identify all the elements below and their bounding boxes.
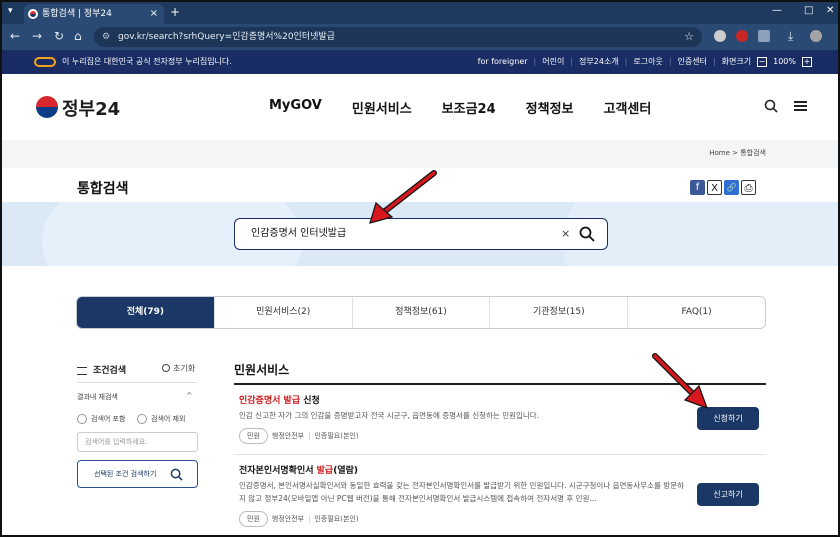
radio-exclude[interactable]: 검색어 제외 bbox=[137, 414, 185, 424]
nav-mygov[interactable]: MyGOV bbox=[269, 98, 322, 117]
minimize-button[interactable]: — bbox=[772, 5, 782, 16]
facebook-share-icon[interactable]: f bbox=[690, 180, 705, 195]
tab-close-icon[interactable]: × bbox=[150, 4, 158, 24]
annotation-arrow-icon bbox=[652, 353, 709, 410]
zoom-value: 100% bbox=[773, 57, 796, 66]
utility-links: for foreigner | 어린이 | 정부24소개 | 로그아웃 | 인증… bbox=[478, 50, 812, 74]
nav-subsidy24[interactable]: 보조금24 bbox=[442, 98, 496, 117]
result-title[interactable]: 전자본인서명확인서 발급(열람) bbox=[239, 463, 358, 476]
search-icon[interactable] bbox=[764, 99, 778, 113]
site-logo-text[interactable]: 정부24 bbox=[62, 95, 120, 121]
link-about[interactable]: 정부24소개 bbox=[579, 50, 619, 74]
reload-icon[interactable]: ↻ bbox=[54, 29, 64, 43]
list-item: 전자본인서명확인서 발급(열람) 인감증명서, 본인서명사실확인서와 동일한 효… bbox=[234, 463, 766, 533]
main-navigation: MyGOV 민원서비스 보조금24 정책정보 고객센터 bbox=[269, 98, 651, 117]
breadcrumb-current: 통합검색 bbox=[740, 149, 766, 157]
official-notice: 이 누리집은 대한민국 공식 전자정부 누리집입니다. bbox=[62, 57, 232, 66]
agency-label: 행정안전부 bbox=[271, 432, 305, 440]
bookmark-star-icon[interactable]: ☆ bbox=[684, 27, 694, 47]
result-description: 인감증명서, 본인서명사실확인서와 동일한 효력을 갖는 전자본인서명확인서를 … bbox=[239, 481, 684, 503]
link-cert-center[interactable]: 인증센터 bbox=[678, 50, 707, 74]
tab-agency-info[interactable]: 기관정보(15) bbox=[490, 297, 629, 328]
hamburger-menu-icon[interactable] bbox=[794, 101, 807, 111]
radio-circle bbox=[137, 414, 147, 424]
copy-link-icon[interactable]: 🔗 bbox=[724, 180, 739, 195]
extension-icon[interactable] bbox=[736, 30, 748, 42]
result-tags: 민원 행정안전부 | 인증필요(본인) bbox=[239, 511, 359, 527]
download-icon[interactable]: ⤓ bbox=[788, 29, 793, 44]
favicon-icon bbox=[28, 9, 38, 19]
auth-label: 인증필요(본인) bbox=[314, 432, 359, 440]
back-icon[interactable]: ← bbox=[10, 29, 20, 43]
link-children[interactable]: 어린이 bbox=[542, 50, 564, 74]
breadcrumb-home[interactable]: Home bbox=[709, 149, 730, 157]
site-info-icon[interactable]: ⚙ bbox=[102, 27, 110, 47]
tab-civil-services[interactable]: 민원서비스(2) bbox=[215, 297, 353, 328]
filter-title: 조건검색 bbox=[77, 363, 126, 376]
extensions-puzzle-icon[interactable] bbox=[758, 30, 770, 42]
filter-reset-button[interactable]: 초기화 bbox=[162, 363, 195, 374]
filter-sliders-icon bbox=[77, 366, 87, 375]
category-badge: 민원 bbox=[239, 511, 268, 527]
browser-tab-strip: ▾ 통합검색 | 정부24 × + — □ ✕ bbox=[2, 2, 838, 24]
auth-label: 인증필요(본인) bbox=[314, 515, 359, 523]
search-submit-icon[interactable] bbox=[579, 226, 595, 242]
screenshot-frame: ▾ 통합검색 | 정부24 × + — □ ✕ ← → ↻ ⌂ ⚙ gov.kr… bbox=[0, 0, 840, 537]
nav-customer-center[interactable]: 고객센터 bbox=[604, 98, 652, 117]
result-description: 인감 신고한 자가 그의 인감을 증명받고자 전국 시군구, 읍면동에 증명서를… bbox=[239, 411, 540, 420]
share-tools: f X 🔗 ⎙ bbox=[690, 180, 756, 195]
tab-list-button[interactable]: ▾ bbox=[8, 6, 13, 16]
category-badge: 민원 bbox=[239, 428, 268, 444]
home-icon[interactable]: ⌂ bbox=[74, 29, 82, 43]
egov-logo-icon bbox=[34, 57, 56, 67]
nav-civil-services[interactable]: 민원서비스 bbox=[352, 98, 412, 117]
close-window-button[interactable]: ✕ bbox=[826, 5, 834, 16]
result-title[interactable]: 인감증명서 발급 신청 bbox=[239, 393, 320, 406]
browser-tab[interactable]: 통합검색 | 정부24 × bbox=[24, 4, 164, 24]
clear-search-icon[interactable]: × bbox=[561, 219, 570, 249]
breadcrumb-bar: Home > 통합검색 bbox=[2, 140, 838, 168]
profile-avatar[interactable] bbox=[810, 30, 822, 42]
zoom-label: 화면크기 bbox=[721, 57, 752, 66]
gov24-logo-icon[interactable] bbox=[36, 96, 58, 118]
extension-icon[interactable] bbox=[714, 30, 726, 42]
nav-policy-info[interactable]: 정책정보 bbox=[526, 98, 574, 117]
x-share-icon[interactable]: X bbox=[707, 180, 722, 195]
tab-faq[interactable]: FAQ(1) bbox=[628, 297, 765, 328]
print-icon[interactable]: ⎙ bbox=[741, 180, 756, 195]
search-icon bbox=[170, 468, 183, 481]
zoom-in-button[interactable]: + bbox=[802, 57, 812, 67]
filter-search-button[interactable]: 선택된 조건 검색하기 bbox=[77, 460, 198, 488]
tab-all[interactable]: 전체(79) bbox=[77, 297, 215, 328]
result-tabs: 전체(79) 민원서비스(2) 정책정보(61) 기관정보(15) FAQ(1) bbox=[76, 296, 766, 329]
link-foreigner[interactable]: for foreigner bbox=[478, 50, 528, 74]
radio-include[interactable]: 검색어 포함 bbox=[77, 414, 125, 424]
result-tags: 민원 행정안전부 | 인증필요(본인) bbox=[239, 428, 359, 444]
breadcrumb: Home > 통합검색 bbox=[709, 149, 766, 157]
annotation-arrow-icon bbox=[369, 170, 437, 224]
radio-circle bbox=[77, 414, 87, 424]
new-tab-button[interactable]: + bbox=[170, 5, 180, 19]
tab-title: 통합검색 | 정부24 bbox=[42, 9, 112, 19]
url-text: gov.kr/search?srhQuery=인감증명서%20인터넷발급 bbox=[118, 32, 335, 42]
browser-toolbar: ← → ↻ ⌂ ⚙ gov.kr/search?srhQuery=인감증명서%2… bbox=[2, 24, 838, 50]
official-site-banner: 이 누리집은 대한민국 공식 전자정부 누리집입니다. for foreigne… bbox=[2, 50, 838, 74]
zoom-out-button[interactable]: − bbox=[757, 57, 768, 67]
chevron-up-icon[interactable]: ^ bbox=[186, 391, 193, 400]
address-bar[interactable]: ⚙ gov.kr/search?srhQuery=인감증명서%20인터넷발급 ☆ bbox=[94, 27, 702, 47]
link-logout[interactable]: 로그아웃 bbox=[633, 50, 662, 74]
maximize-button[interactable]: □ bbox=[804, 5, 813, 16]
forward-icon[interactable]: → bbox=[32, 29, 42, 43]
page-title: 통합검색 bbox=[77, 181, 129, 197]
search-query: 인감증명서 인터넷발급 bbox=[251, 228, 347, 239]
search-within-label: 결과내 재검색 bbox=[77, 393, 118, 401]
reset-icon bbox=[162, 364, 170, 372]
report-button[interactable]: 신고하기 bbox=[697, 483, 759, 506]
keyword-input[interactable]: 검색어를 입력하세요. bbox=[77, 432, 198, 452]
tab-policy-info[interactable]: 정책정보(61) bbox=[353, 297, 491, 328]
agency-label: 행정안전부 bbox=[271, 515, 305, 523]
results-section-title: 민원서비스 bbox=[234, 363, 290, 377]
